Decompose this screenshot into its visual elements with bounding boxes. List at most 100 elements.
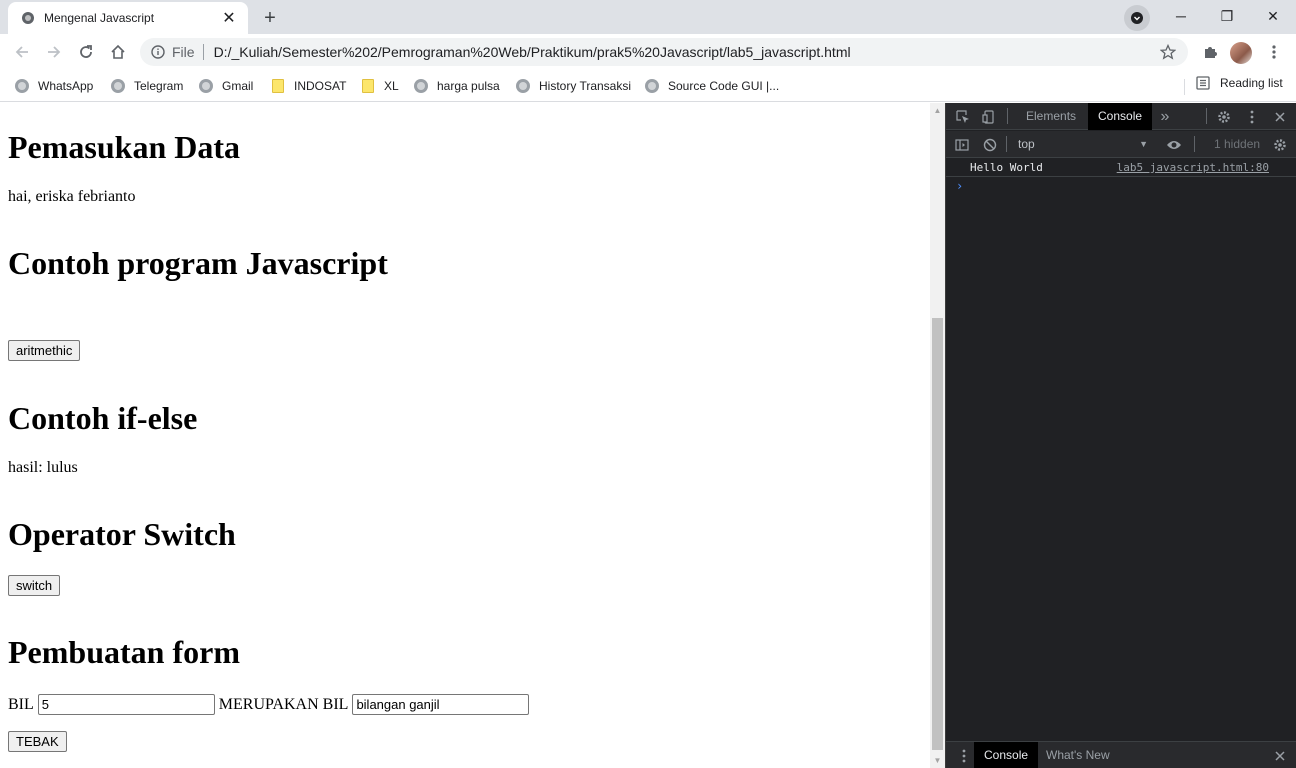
drawer-kebab-icon[interactable] xyxy=(954,746,974,766)
back-button[interactable] xyxy=(8,38,36,66)
minimize-button[interactable]: ─ xyxy=(1158,0,1204,32)
bookmark-gmail[interactable]: Gmail xyxy=(198,76,253,96)
console-settings-gear-icon[interactable] xyxy=(1270,135,1290,155)
tab-close-icon[interactable]: ✕ xyxy=(220,9,238,27)
devtools-divider xyxy=(1194,136,1195,152)
ifelse-result-text: hasil: lulus xyxy=(8,459,78,476)
device-toolbar-icon[interactable] xyxy=(979,107,999,127)
reading-list-label: Reading list xyxy=(1220,76,1283,90)
close-window-button[interactable]: ✕ xyxy=(1250,0,1296,32)
clear-console-icon[interactable] xyxy=(980,135,1000,155)
console-message: Hello World xyxy=(970,161,1043,174)
url-text[interactable]: D:/_Kuliah/Semester%202/Pemrograman%20We… xyxy=(214,44,1154,60)
arrow-left-icon xyxy=(15,46,28,58)
kebab-menu-icon xyxy=(1272,45,1276,59)
drawer-tab-console[interactable]: Console xyxy=(974,742,1039,768)
aritmethic-button[interactable]: aritmethic xyxy=(8,340,81,361)
tab-search-button[interactable] xyxy=(1124,5,1150,31)
restore-button[interactable]: ❐ xyxy=(1204,0,1250,32)
drawer-tab-whats-new[interactable]: What's New xyxy=(1036,742,1120,768)
merupakan-label: MERUPAKAN BIL xyxy=(218,695,349,713)
profile-avatar[interactable] xyxy=(1230,42,1252,64)
switch-button[interactable]: switch xyxy=(8,575,61,596)
bookmark-xl[interactable]: XL xyxy=(360,76,399,96)
heading-operator-switch: Operator Switch xyxy=(8,516,236,552)
tab-console[interactable]: Console xyxy=(1088,103,1153,130)
bookmark-label: Gmail xyxy=(222,79,254,93)
globe-icon xyxy=(110,78,126,94)
console-log-entry: Hello World lab5 javascript.html:80 xyxy=(946,159,1296,177)
bookmark-star-icon[interactable] xyxy=(1154,38,1182,66)
more-tabs-icon[interactable]: » xyxy=(1155,107,1175,127)
tab-title: Mengenal Javascript xyxy=(44,11,155,25)
folder-icon xyxy=(360,78,376,94)
heading-contoh-program: Contoh program Javascript xyxy=(8,245,388,281)
bookmark-harga-pulsa[interactable]: harga pulsa xyxy=(413,76,500,96)
bil-input[interactable] xyxy=(37,694,215,715)
heading-pemasukan-data: Pemasukan Data xyxy=(8,129,241,165)
scroll-up-icon[interactable]: ▲ xyxy=(930,103,945,118)
home-icon xyxy=(111,44,125,59)
result-input[interactable] xyxy=(352,694,530,715)
close-devtools-icon[interactable] xyxy=(1270,107,1290,127)
bookmark-label: harga pulsa xyxy=(437,79,500,93)
scroll-thumb[interactable] xyxy=(932,318,943,750)
home-button[interactable] xyxy=(104,38,132,66)
bookmark-whatsapp[interactable]: WhatsApp xyxy=(14,76,93,96)
reading-list-button[interactable]: Reading list xyxy=(1196,76,1283,90)
tab-elements[interactable]: Elements xyxy=(1016,103,1086,130)
heading-contoh-if-else: Contoh if-else xyxy=(8,400,198,436)
new-tab-button[interactable]: + xyxy=(256,4,284,32)
customize-kebab-icon[interactable] xyxy=(1242,107,1262,127)
globe-icon xyxy=(413,78,429,94)
greeting-text: hai, eriska febrianto xyxy=(8,188,136,205)
sidebar-toggle-icon[interactable] xyxy=(952,135,972,155)
forward-button[interactable] xyxy=(40,38,68,66)
globe-icon xyxy=(644,78,660,94)
bookmark-telegram[interactable]: Telegram xyxy=(110,76,183,96)
console-source-link[interactable]: lab5 javascript.html:80 xyxy=(1117,161,1269,174)
bookmarks-bar: WhatsApp Telegram Gmail INDOSAT XL harga… xyxy=(0,70,1296,102)
context-value: top xyxy=(1018,137,1035,151)
info-icon[interactable] xyxy=(150,44,166,60)
chevron-down-icon xyxy=(1131,12,1143,24)
inspect-element-icon[interactable] xyxy=(953,107,973,127)
bookmark-label: Telegram xyxy=(134,79,184,93)
bookmark-indosat[interactable]: INDOSAT xyxy=(270,76,346,96)
tab-strip: Mengenal Javascript ✕ + ─ ❐ ✕ xyxy=(0,0,1296,34)
scroll-down-icon[interactable]: ▼ xyxy=(930,753,945,768)
toolbar: File D:/_Kuliah/Semester%202/Pemrograman… xyxy=(0,34,1296,70)
address-bar[interactable]: File D:/_Kuliah/Semester%202/Pemrograman… xyxy=(140,38,1188,66)
bookmark-label: WhatsApp xyxy=(38,79,94,93)
devtools-divider xyxy=(1206,108,1207,124)
arrow-right-icon xyxy=(48,46,61,58)
live-expression-eye-icon[interactable] xyxy=(1164,135,1184,155)
reload-button[interactable] xyxy=(72,38,100,66)
bookmark-history-transaksi[interactable]: History Transaksi xyxy=(515,76,631,96)
bookmark-label: INDOSAT xyxy=(294,79,347,93)
browser-tab[interactable]: Mengenal Javascript ✕ xyxy=(8,2,248,34)
page-scrollbar[interactable]: ▲ ▼ xyxy=(930,103,945,768)
file-label: File xyxy=(172,44,195,60)
close-drawer-icon[interactable] xyxy=(1270,746,1290,766)
menu-button[interactable] xyxy=(1260,38,1288,66)
bookmark-source-code-gui[interactable]: Source Code GUI |... xyxy=(644,76,779,96)
globe-icon xyxy=(20,10,36,26)
context-selector[interactable]: top ▼ xyxy=(1014,135,1148,153)
caret-down-icon: ▼ xyxy=(1139,139,1148,149)
settings-gear-icon[interactable] xyxy=(1214,107,1234,127)
globe-icon xyxy=(198,78,214,94)
heading-pembuatan-form: Pembuatan form xyxy=(8,634,240,670)
bil-label: BIL xyxy=(8,695,34,713)
reload-icon xyxy=(80,45,92,58)
console-prompt-icon[interactable]: › xyxy=(956,179,963,193)
globe-icon xyxy=(515,78,531,94)
puzzle-icon xyxy=(1205,47,1217,58)
tebak-button[interactable]: TEBAK xyxy=(8,731,67,752)
bookmarks-divider xyxy=(1184,79,1185,95)
folder-icon xyxy=(270,78,286,94)
devtools-panel: Elements Console » top ▼ 1 hidden Hello … xyxy=(945,103,1296,768)
devtools-tabbar: Elements Console » xyxy=(946,103,1296,130)
extensions-button[interactable] xyxy=(1196,38,1224,66)
bookmark-label: History Transaksi xyxy=(539,79,632,93)
